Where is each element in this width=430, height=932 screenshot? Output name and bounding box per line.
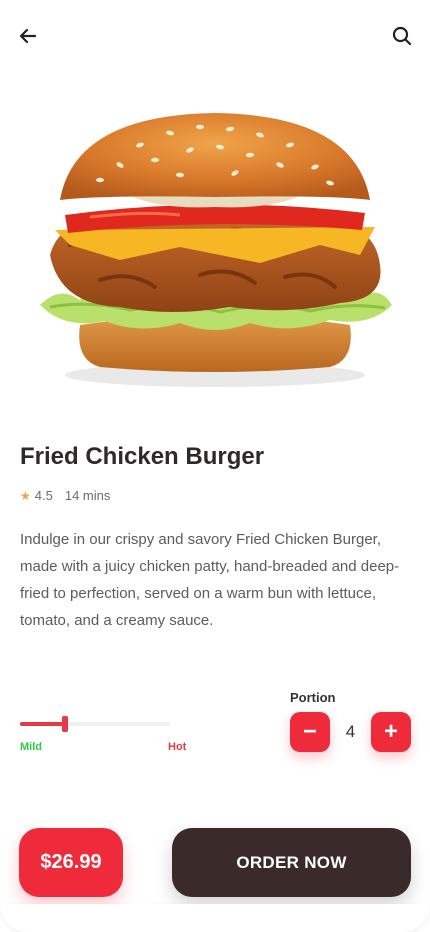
product-title: Fried Chicken Burger — [20, 443, 265, 470]
arrow-left-icon — [19, 28, 37, 44]
burger-image — [40, 113, 392, 387]
product-description: Indulge in our crispy and savory Fried C… — [20, 531, 400, 629]
product-image — [30, 105, 400, 395]
top-bar — [0, 0, 430, 70]
bottom-edge — [0, 904, 430, 932]
mild-label[interactable]: Mild — [20, 741, 42, 753]
portion-value: 4 — [345, 722, 356, 741]
slider-fill — [20, 722, 65, 726]
hot-label[interactable]: Hot — [168, 741, 186, 753]
portion-label: Portion — [290, 690, 336, 705]
back-button[interactable] — [0, 8, 56, 64]
minus-icon: − — [302, 718, 317, 745]
product-meta: ★ 4.5 14 mins — [20, 488, 110, 503]
decrease-portion-button[interactable]: − — [290, 712, 330, 752]
star-icon: ★ — [20, 489, 31, 503]
order-now-button[interactable]: ORDER NOW — [172, 828, 411, 897]
rating: ★ 4.5 — [20, 488, 53, 503]
increase-portion-button[interactable]: + — [371, 712, 411, 752]
rating-value: 4.5 — [34, 488, 53, 503]
plus-icon: + — [383, 718, 398, 745]
prep-time: 14 mins — [64, 488, 111, 503]
slider-thumb[interactable] — [62, 716, 68, 732]
price-button[interactable]: $26.99 — [19, 828, 123, 897]
search-icon — [392, 26, 412, 46]
search-button[interactable] — [374, 8, 430, 64]
spicy-slider[interactable]: Mild Hot — [20, 700, 210, 760]
